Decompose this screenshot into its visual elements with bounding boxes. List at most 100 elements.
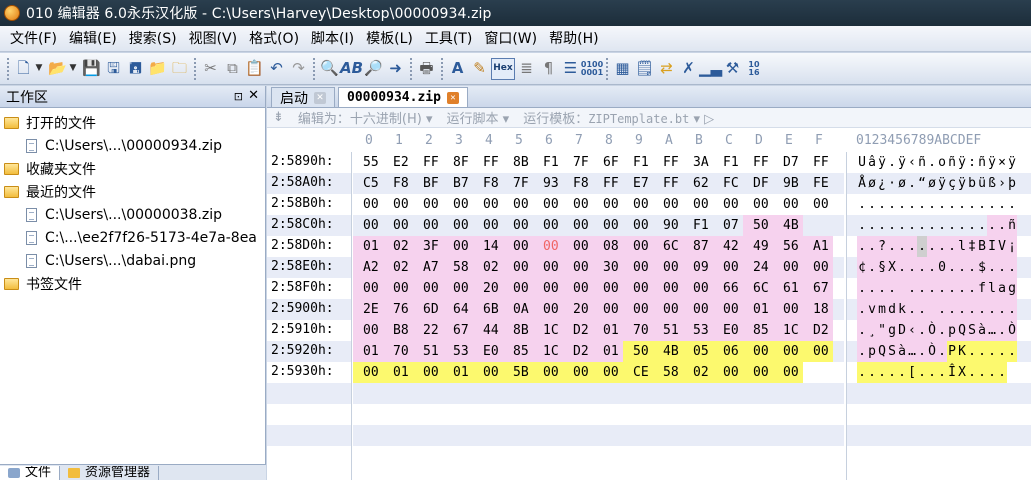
ascii-char[interactable]: . [887,194,897,215]
hex-byte[interactable]: 22 [413,320,443,341]
hex-byte[interactable]: 7F [563,152,593,173]
hex-byte[interactable]: 02 [383,257,413,278]
ascii-char[interactable]: … [907,341,917,362]
hex-byte[interactable]: 00 [773,362,803,383]
ascii-char[interactable]: K [957,341,967,362]
menu-item[interactable]: 编辑(E) [63,26,123,52]
menu-item[interactable]: 视图(V) [183,26,244,52]
ascii-char[interactable]: . [927,215,937,236]
ascii-char[interactable]: . [917,362,927,383]
ascii-char[interactable]: d [887,299,897,320]
hex-byte[interactable]: FF [653,173,683,194]
ascii-char[interactable]: Ò [927,320,937,341]
hex-byte[interactable]: 00 [353,278,383,299]
ascii-char[interactable]: . [987,362,997,383]
ascii-char[interactable]: . [897,236,907,257]
ascii-char[interactable]: ÿ [937,173,947,194]
ascii-char[interactable]: p [867,341,877,362]
hex-byte[interactable]: 00 [503,194,533,215]
chevron-down-icon[interactable]: ▼ [69,58,77,80]
ascii-char[interactable]: › [997,173,1007,194]
hex-byte[interactable]: 00 [383,215,413,236]
hex-byte[interactable]: 67 [443,320,473,341]
ascii-char[interactable]: . [997,194,1007,215]
hex-byte[interactable]: 00 [503,215,533,236]
hex-byte[interactable]: 7F [503,173,533,194]
ascii-char[interactable]: · [887,173,897,194]
ascii-char[interactable]: â [867,152,877,173]
base-convert-icon[interactable]: 10 16 [744,58,764,80]
ascii-char[interactable]: . [917,341,927,362]
hex-byte[interactable]: D7 [773,152,803,173]
find-in-files-icon[interactable]: 🔎 [363,58,384,80]
hex-byte[interactable]: FF [743,152,773,173]
ascii-char[interactable]: . [997,299,1007,320]
hex-byte[interactable]: 00 [593,278,623,299]
ascii-char[interactable]: U [857,152,867,173]
hex-byte[interactable]: 53 [443,341,473,362]
hex-row[interactable]: 01 02 3F 00 14 00 00 00 08 00 6C 87 42 49 56 A1 [353,236,844,257]
ascii-char[interactable]: . [987,215,997,236]
ascii-char[interactable]: f [977,278,987,299]
ascii-char[interactable]: k [897,299,907,320]
hex-byte[interactable]: 00 [623,236,653,257]
ascii-char[interactable]: . [947,257,957,278]
ascii-char[interactable]: ø [897,173,907,194]
ascii-char[interactable]: ñ [917,152,927,173]
ascii-char[interactable]: . [907,194,917,215]
ascii-char[interactable]: . [877,362,887,383]
ascii-char[interactable]: ß [987,173,997,194]
hex-byte[interactable]: 09 [683,257,713,278]
ascii-char[interactable]: Ò [927,341,937,362]
hex-byte[interactable]: 02 [683,362,713,383]
ascii-char[interactable]: . [857,320,867,341]
ascii-char[interactable]: . [1007,257,1017,278]
binary-icon[interactable]: 0100 0001 [581,58,603,80]
ascii-char[interactable]: . [937,341,947,362]
hex-byte[interactable]: 00 [623,215,653,236]
hex-byte[interactable]: 00 [593,299,623,320]
hex-byte[interactable]: B7 [443,173,473,194]
hex-byte[interactable]: 00 [503,257,533,278]
ascii-column[interactable]: Uâ ÿ. ÿ ‹ ñ. o ñ ÿ: ñ ÿ × ÿ Åø ¿ · ø. “ø ÿ ç ÿ b ü ß › þ........… [846,152,1031,480]
ascii-char[interactable]: m [877,299,887,320]
ascii-char[interactable]: ¿ [877,173,887,194]
ascii-char[interactable]: ÿ [877,152,887,173]
ascii-char[interactable]: . [967,278,977,299]
hex-byte[interactable]: 00 [713,362,743,383]
hex-byte[interactable]: 00 [533,194,563,215]
print-icon[interactable]: 🖶 [416,58,437,80]
copy-icon[interactable]: ⧉ [222,58,243,80]
hex-byte[interactable]: F8 [383,173,413,194]
hex-byte[interactable]: 07 [713,215,743,236]
ascii-char[interactable]: X [887,257,897,278]
ascii-char[interactable]: . [937,278,947,299]
find-icon[interactable]: 🔍 [319,58,340,80]
ascii-char[interactable]: ø [927,173,937,194]
ascii-char[interactable]: Q [877,341,887,362]
hex-byte[interactable]: B8 [383,320,413,341]
ascii-char[interactable]: . [957,194,967,215]
ascii-char[interactable]: . [947,299,957,320]
hex-byte[interactable]: 00 [413,215,443,236]
hex-byte[interactable]: 00 [593,194,623,215]
hex-byte[interactable]: 00 [713,194,743,215]
hex-byte[interactable]: 93 [533,173,563,194]
run-template-dropdown[interactable]: 运行模板：ZIPTemplate.bt ▾ ▷ [523,108,714,127]
hex-byte[interactable]: 02 [473,257,503,278]
goto-icon[interactable]: ➜ [385,58,406,80]
tab-files[interactable]: 文件 [0,466,61,480]
ascii-char[interactable]: . [947,236,957,257]
hex-byte[interactable]: 00 [773,299,803,320]
hex-byte[interactable]: D2 [803,320,833,341]
close-icon[interactable]: ✕ [248,88,259,103]
tree-file[interactable]: C:\Users\...\00000934.zip [0,134,265,157]
hex-byte[interactable]: 70 [623,320,653,341]
ascii-char[interactable] [927,299,937,320]
hex-byte[interactable]: 58 [443,257,473,278]
hex-byte[interactable]: 0A [503,299,533,320]
menu-item[interactable]: 帮助(H) [543,26,604,52]
hex-row[interactable]: 55 E2 FF 8F FF 8B F1 7F 6F F1 FF 3A F1 FF D7 FF [353,152,844,173]
hex-byte[interactable]: 1C [533,320,563,341]
ascii-char[interactable]: ? [877,236,887,257]
